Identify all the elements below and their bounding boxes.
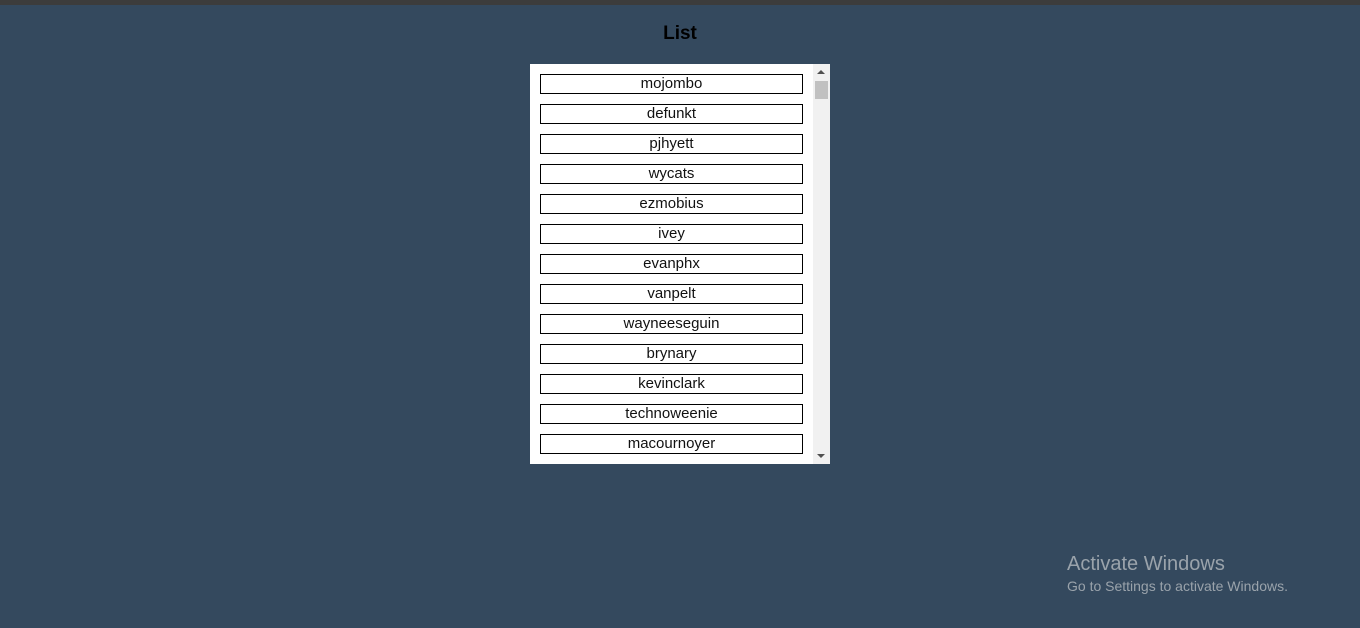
page-title: List xyxy=(663,23,697,44)
list-item[interactable]: technoweenie xyxy=(540,404,803,424)
list-item[interactable]: pjhyett xyxy=(540,134,803,154)
list-item[interactable]: defunkt xyxy=(540,104,803,124)
chevron-down-icon[interactable] xyxy=(817,454,825,458)
scrollbar-thumb[interactable] xyxy=(815,81,828,99)
list-item[interactable]: mojombo xyxy=(540,74,803,94)
chevron-up-icon[interactable] xyxy=(817,70,825,74)
list-item[interactable]: ezmobius xyxy=(540,194,803,214)
list-item[interactable]: evanphx xyxy=(540,254,803,274)
list-item[interactable]: macournoyer xyxy=(540,434,803,454)
list-item[interactable]: kevinclark xyxy=(540,374,803,394)
list-item[interactable]: wayneeseguin xyxy=(540,314,803,334)
watermark-subtitle: Go to Settings to activate Windows. xyxy=(1067,578,1288,594)
watermark-title: Activate Windows xyxy=(1067,553,1225,575)
list-item[interactable]: brynary xyxy=(540,344,803,364)
list: mojombo defunkt pjhyett wycats ezmobius … xyxy=(540,74,803,464)
list-item[interactable]: wycats xyxy=(540,164,803,184)
list-container[interactable]: mojombo defunkt pjhyett wycats ezmobius … xyxy=(530,64,830,464)
activate-windows-watermark: Activate Windows Go to Settings to activ… xyxy=(1067,552,1288,596)
list-scrollbar[interactable] xyxy=(813,64,830,464)
list-item[interactable]: vanpelt xyxy=(540,284,803,304)
window-top-bar xyxy=(0,0,1360,5)
list-item[interactable]: ivey xyxy=(540,224,803,244)
